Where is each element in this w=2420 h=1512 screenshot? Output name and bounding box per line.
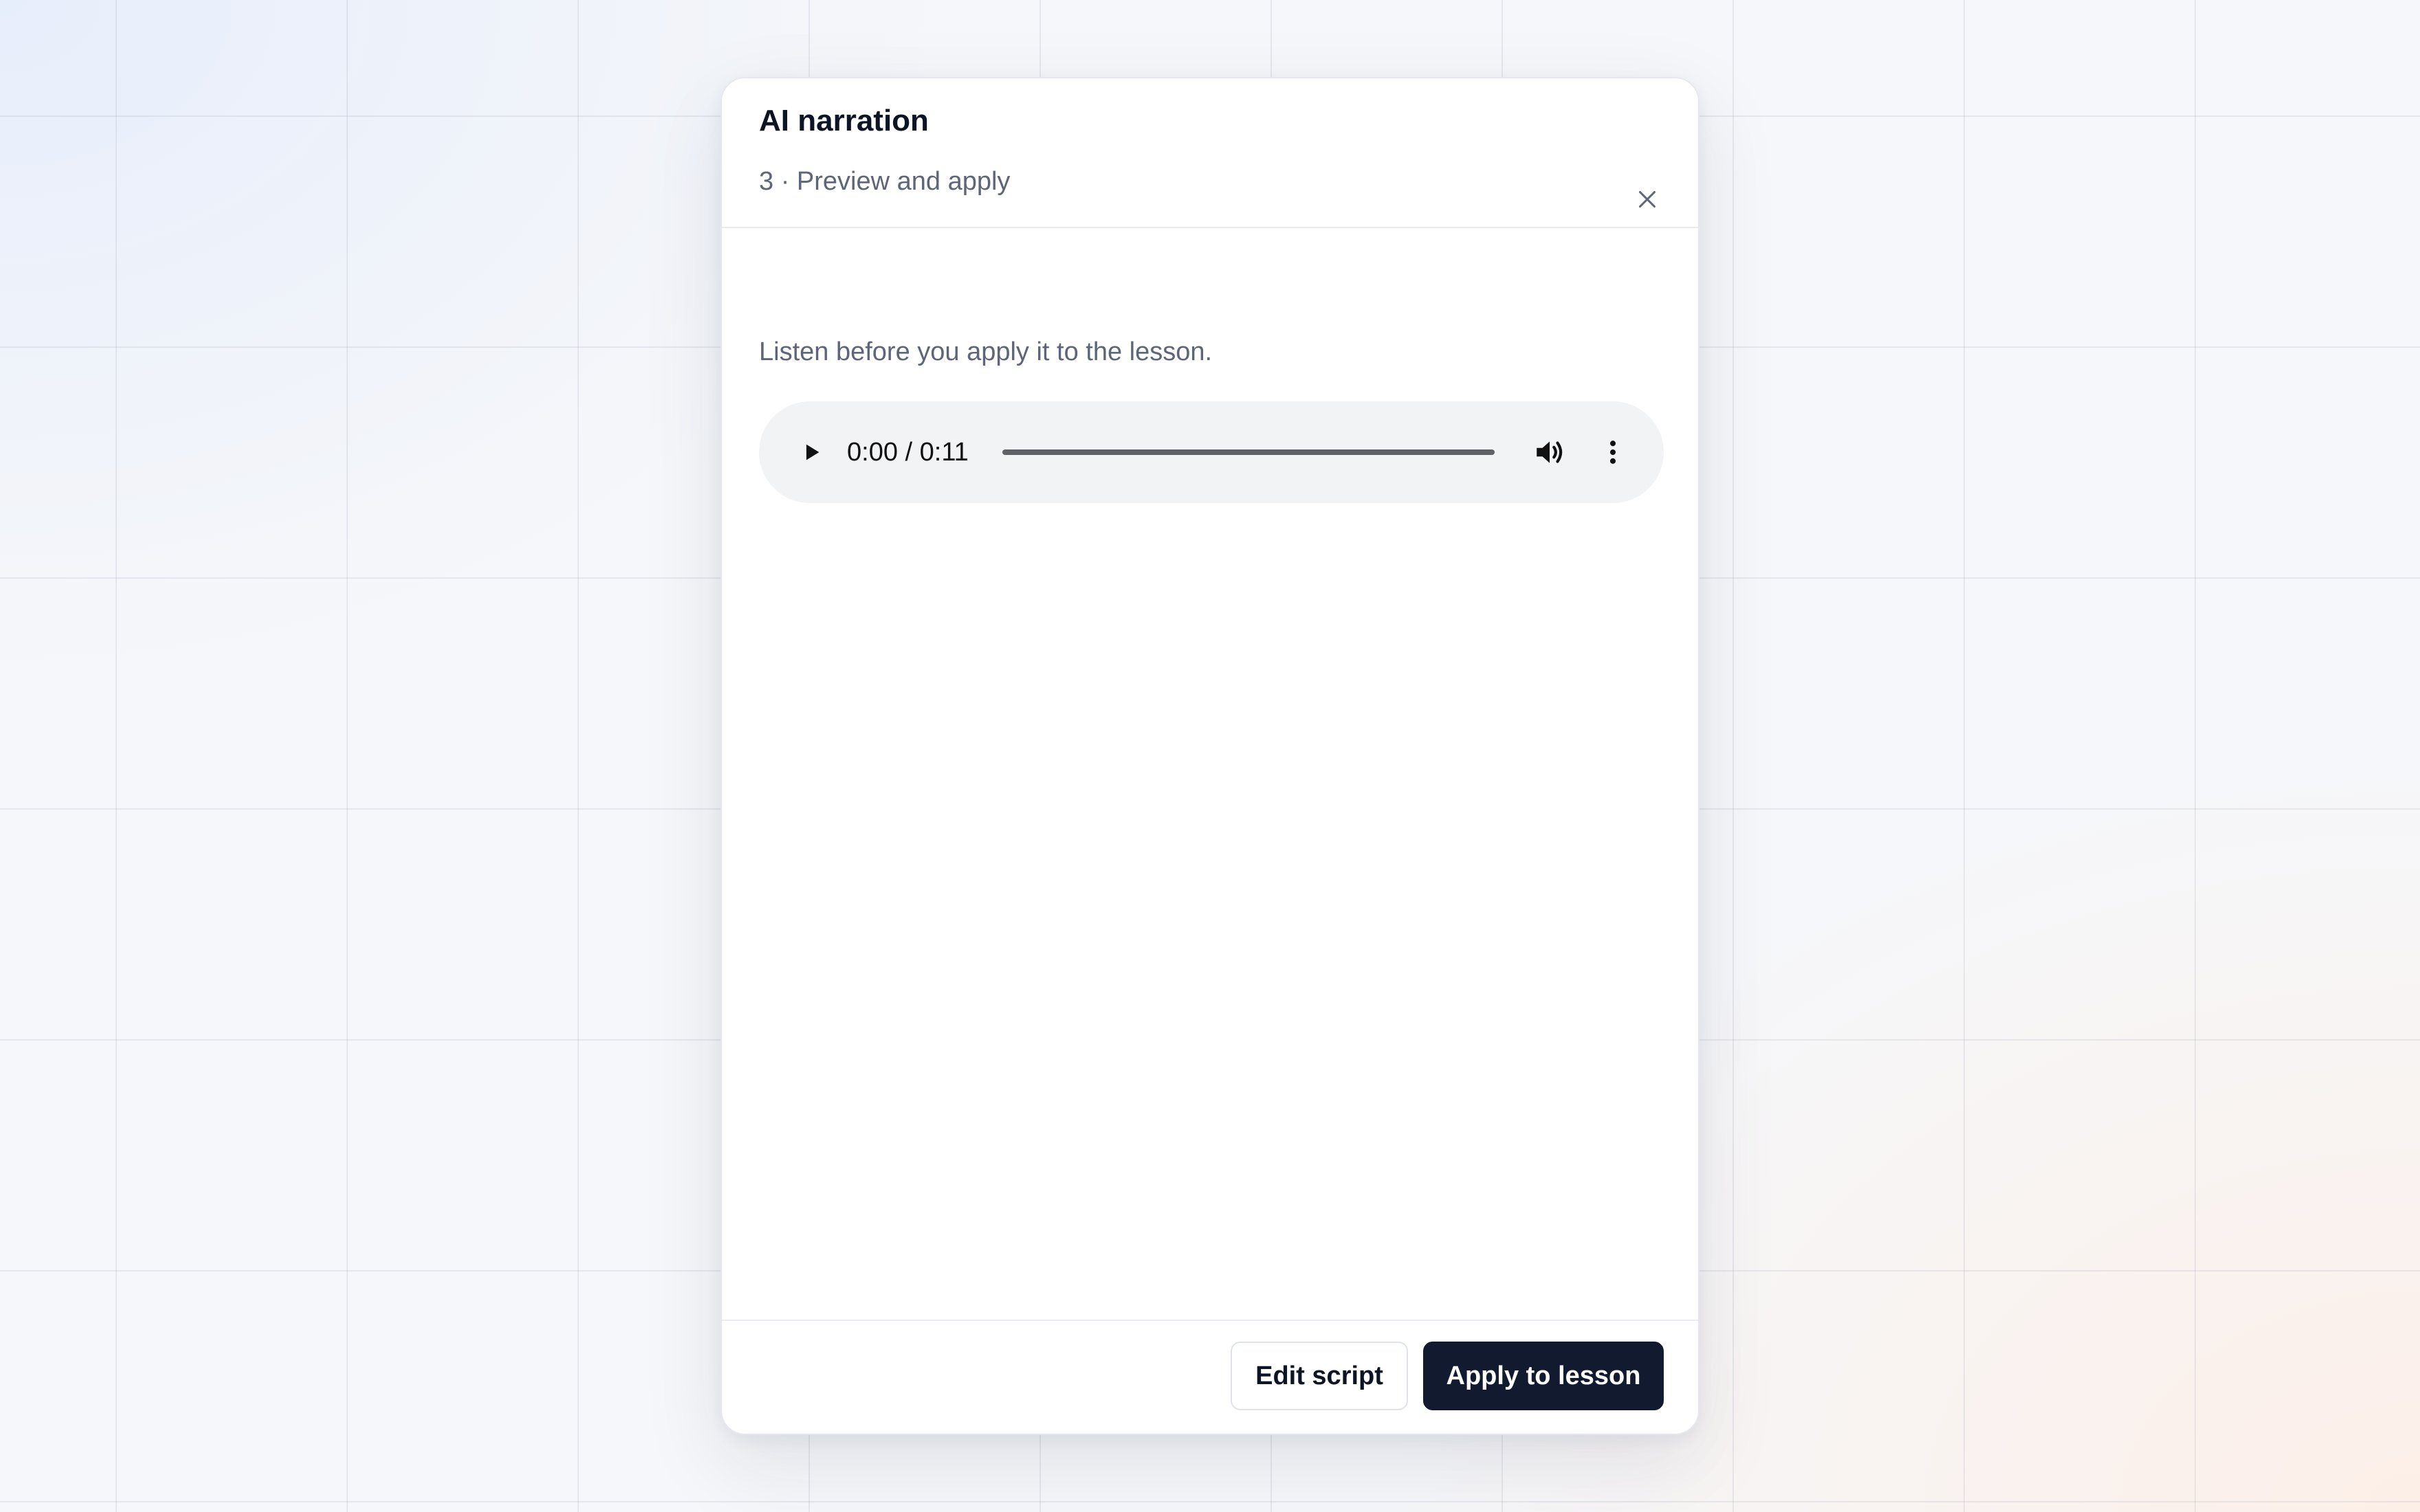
time-readout: 0:00 / 0:11: [847, 438, 969, 467]
audio-player[interactable]: 0:00 / 0:11: [759, 401, 1664, 503]
dialog-header: AI narration 3 · Preview and apply: [722, 78, 1698, 228]
more-options-button[interactable]: [1591, 430, 1635, 474]
more-vertical-icon: [1609, 441, 1616, 464]
edit-script-button[interactable]: Edit script: [1231, 1342, 1408, 1410]
dialog-title: AI narration: [759, 104, 929, 137]
dialog-body: Listen before you apply it to the lesson…: [722, 227, 1698, 1320]
close-button[interactable]: [1628, 180, 1666, 219]
close-icon: [1639, 191, 1656, 208]
step-subtitle: 3 · Preview and apply: [759, 167, 1011, 196]
play-icon: [806, 444, 820, 460]
volume-icon: [1537, 441, 1563, 463]
instruction-text: Listen before you apply it to the lesson…: [759, 337, 1213, 366]
play-button[interactable]: [791, 432, 832, 473]
ai-narration-dialog: AI narration 3 · Preview and apply Liste…: [720, 77, 1700, 1435]
seek-bar[interactable]: [1002, 449, 1495, 455]
dialog-footer: Edit script Apply to lesson: [722, 1320, 1698, 1434]
apply-to-lesson-button[interactable]: Apply to lesson: [1423, 1342, 1664, 1410]
volume-button[interactable]: [1528, 430, 1572, 474]
